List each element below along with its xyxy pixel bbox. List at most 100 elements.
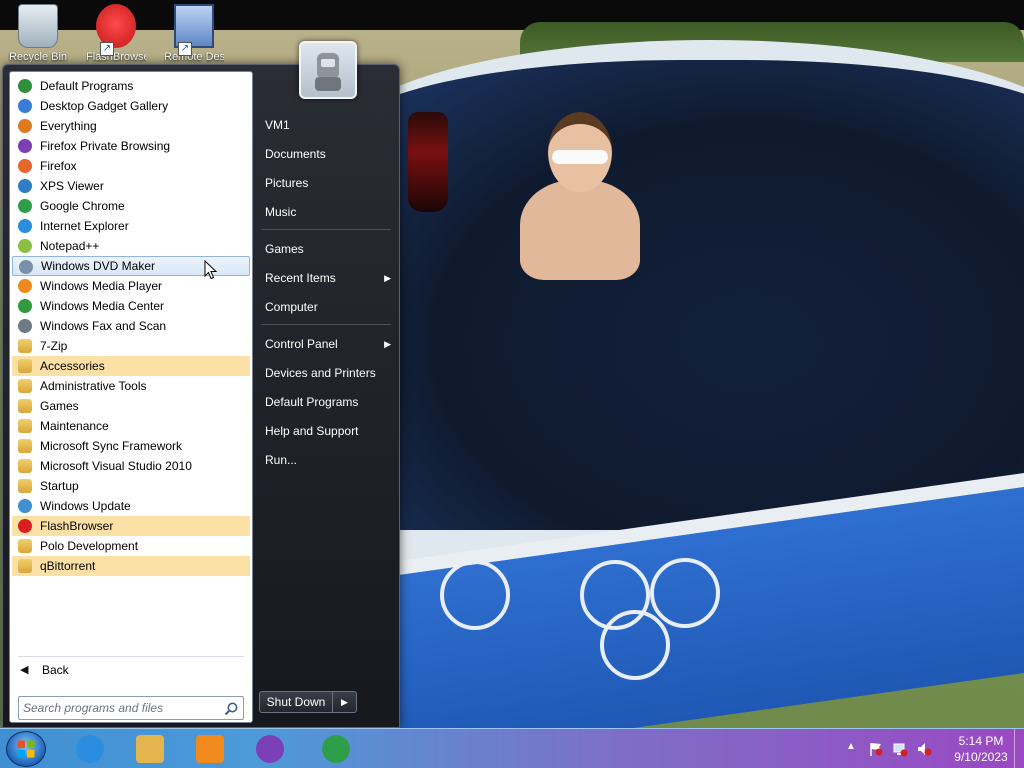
media-player-icon [18, 279, 32, 293]
wallpaper-bottle [408, 112, 448, 212]
all-programs-list: Default Programs Desktop Gadget Gallery Ev… [12, 76, 250, 576]
program-label: Accessories [40, 359, 105, 373]
program-label: 7-Zip [40, 339, 68, 353]
clock-date[interactable]: 9/10/2023 [946, 750, 1016, 764]
taskbar-file-explorer-button[interactable] [126, 731, 174, 767]
clock-time[interactable]: 5:14 PM [946, 734, 1016, 748]
search-input[interactable] [23, 699, 219, 717]
desktop-icon-flashbrowser[interactable]: ↗ FlashBrowser [86, 4, 146, 66]
program-item[interactable]: Firefox [12, 156, 250, 176]
start-menu-link[interactable]: Recent Items ▶ [261, 266, 397, 290]
search-icon[interactable] [223, 701, 239, 717]
start-menu-link[interactable]: Games [261, 237, 397, 261]
fax-scan-icon [18, 319, 32, 333]
wallpaper-sunglasses [552, 150, 608, 164]
notification-area: ▲ 5:14 PM 9/10/2023 [840, 729, 1024, 768]
action-center-flag-icon[interactable] [868, 741, 884, 757]
program-item[interactable]: Maintenance [12, 416, 250, 436]
desktop-icon-remote-desktop[interactable]: ↗ Remote Desktop Connection [164, 4, 224, 66]
program-label: qBittorrent [40, 559, 96, 573]
wallpaper-warning-sign [440, 560, 510, 630]
flashbrowser-icon [18, 519, 32, 533]
program-label: Administrative Tools [40, 379, 147, 393]
start-menu-link[interactable]: Computer [261, 295, 397, 319]
program-item[interactable]: Windows Media Center [12, 296, 250, 316]
chrome-icon [322, 735, 350, 763]
taskbar-firefox-private-button[interactable] [246, 731, 294, 767]
start-button[interactable] [6, 731, 46, 767]
program-label: FlashBrowser [40, 519, 114, 533]
program-label: Maintenance [40, 419, 109, 433]
folder-icon [18, 379, 32, 393]
start-menu-link-label: Default Programs [265, 395, 359, 409]
start-menu-link[interactable]: VM1 [261, 113, 397, 137]
start-menu: Default Programs Desktop Gadget Gallery Ev… [2, 41, 400, 728]
program-item[interactable]: Accessories [12, 356, 250, 376]
volume-muted-icon[interactable] [916, 741, 932, 757]
program-item[interactable]: Windows Update [12, 496, 250, 516]
desktop-icon-recycle-bin[interactable]: Recycle Bin [8, 4, 68, 66]
start-menu-link[interactable]: Music [261, 200, 397, 224]
program-item[interactable]: Default Programs [12, 76, 250, 96]
program-item[interactable]: Polo Development [12, 536, 250, 556]
program-item[interactable]: Desktop Gadget Gallery [12, 96, 250, 116]
program-item[interactable]: 7-Zip [12, 336, 250, 356]
shut-down-button[interactable]: Shut Down [259, 691, 333, 713]
program-label: Microsoft Visual Studio 2010 [40, 459, 192, 473]
start-menu-link[interactable]: Run... [261, 448, 397, 472]
taskbar-internet-explorer-button[interactable] [66, 731, 114, 767]
program-label: Everything [40, 119, 97, 133]
program-item[interactable]: Startup [12, 476, 250, 496]
program-item[interactable]: qBittorrent [12, 556, 250, 576]
program-item[interactable]: Games [12, 396, 250, 416]
program-item[interactable]: Administrative Tools [12, 376, 250, 396]
start-menu-link[interactable]: Default Programs [261, 390, 397, 414]
start-menu-link-label: Documents [265, 147, 326, 161]
program-label: Polo Development [40, 539, 139, 553]
show-desktop-button[interactable] [1014, 729, 1024, 768]
user-picture[interactable] [299, 41, 357, 99]
program-item[interactable]: Google Chrome [12, 196, 250, 216]
program-item[interactable]: Notepad++ [12, 236, 250, 256]
back-button[interactable]: ◀ Back [20, 660, 246, 680]
search-box[interactable] [18, 696, 244, 720]
notepad-plus-plus-icon [18, 239, 32, 253]
program-item[interactable]: XPS Viewer [12, 176, 250, 196]
program-item[interactable]: Windows Fax and Scan [12, 316, 250, 336]
program-item[interactable]: Microsoft Visual Studio 2010 [12, 456, 250, 476]
program-label: Startup [40, 479, 79, 493]
program-item[interactable]: Everything [12, 116, 250, 136]
divider [18, 656, 244, 657]
folder-icon [18, 459, 32, 473]
program-item[interactable]: Firefox Private Browsing [12, 136, 250, 156]
wallpaper-warning-sign [650, 558, 720, 628]
desktop-icon-label: Recycle Bin [8, 51, 68, 63]
start-menu-link[interactable]: Documents [261, 142, 397, 166]
taskbar-chrome-button[interactable] [312, 731, 360, 767]
file-explorer-icon [136, 735, 164, 763]
program-item[interactable]: Microsoft Sync Framework [12, 436, 250, 456]
shut-down-options-button[interactable]: ▶ [333, 691, 357, 713]
program-label: Firefox Private Browsing [40, 139, 171, 153]
program-label: Windows Update [40, 499, 131, 513]
start-menu-link[interactable]: Help and Support [261, 419, 397, 443]
program-label: Default Programs [40, 79, 134, 93]
show-hidden-icons-icon[interactable]: ▲ [846, 741, 862, 757]
start-menu-link-label: Games [265, 242, 304, 256]
folder-icon [18, 419, 32, 433]
program-label: Desktop Gadget Gallery [40, 99, 169, 113]
program-label: Internet Explorer [40, 219, 129, 233]
taskbar-media-player-button[interactable] [186, 731, 234, 767]
start-menu-link-label: VM1 [265, 118, 290, 132]
start-menu-link[interactable]: Devices and Printers [261, 361, 397, 385]
network-icon[interactable] [892, 741, 908, 757]
start-menu-link[interactable]: Control Panel ▶ [261, 332, 397, 356]
program-label: Windows Media Player [40, 279, 163, 293]
folder-icon [18, 359, 32, 373]
everything-search-icon [18, 119, 32, 133]
start-menu-link-label: Help and Support [265, 424, 359, 438]
start-menu-link[interactable]: Pictures [261, 171, 397, 195]
desktop-icon-label: Remote Desktop Connection [164, 51, 224, 63]
program-item[interactable]: FlashBrowser [12, 516, 250, 536]
program-item[interactable]: Internet Explorer [12, 216, 250, 236]
